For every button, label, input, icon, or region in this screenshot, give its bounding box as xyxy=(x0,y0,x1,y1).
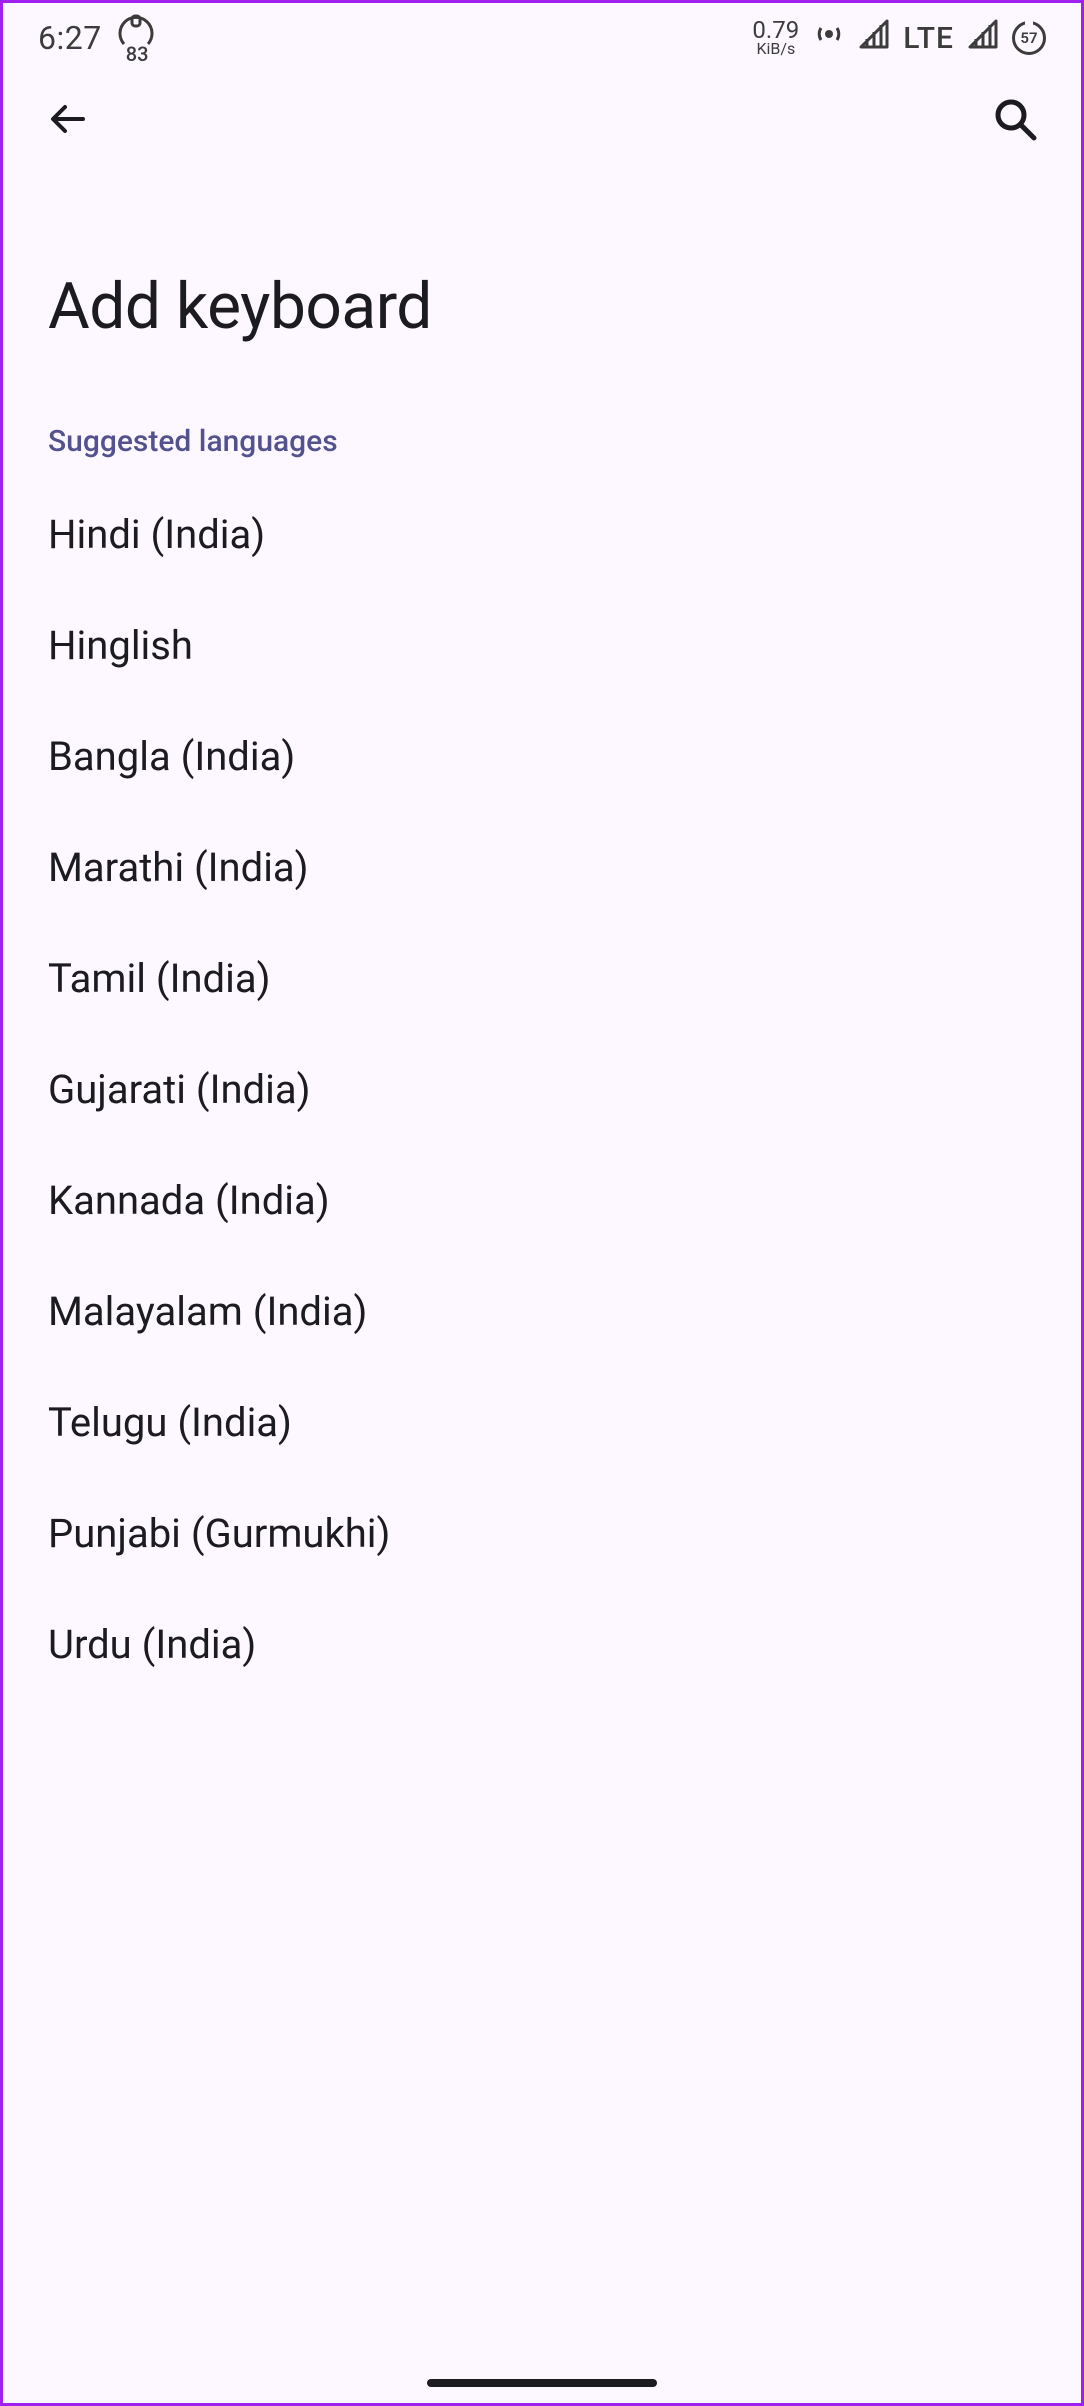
list-item[interactable]: Punjabi (Gurmukhi) xyxy=(3,1478,1081,1589)
list-item[interactable]: Telugu (India) xyxy=(3,1367,1081,1478)
network-type: LTE xyxy=(903,21,954,56)
signal-icon-1 xyxy=(859,19,889,57)
section-header-suggested: Suggested languages xyxy=(3,394,1081,479)
language-label: Marathi (India) xyxy=(48,844,309,891)
language-list: Hindi (India) Hinglish Bangla (India) Ma… xyxy=(3,479,1081,1700)
data-rate: 0.79 KiB/s xyxy=(752,20,799,56)
battery-level: 57 xyxy=(1020,29,1037,47)
language-label: Kannada (India) xyxy=(48,1177,330,1224)
hotspot-icon xyxy=(813,18,845,58)
list-item[interactable]: Tamil (India) xyxy=(3,923,1081,1034)
back-button[interactable] xyxy=(33,85,105,157)
language-label: Gujarati (India) xyxy=(48,1066,311,1113)
signal-icon-2 xyxy=(968,19,998,57)
navigation-handle[interactable] xyxy=(427,2379,657,2387)
search-button[interactable] xyxy=(979,85,1051,157)
arrow-left-icon xyxy=(47,97,91,145)
lock-badge-icon: 83 xyxy=(116,18,160,58)
status-time: 6:27 xyxy=(38,19,102,57)
status-bar: 6:27 83 0.79 KiB/s LTE xyxy=(3,3,1081,73)
language-label: Bangla (India) xyxy=(48,733,295,780)
language-label: Punjabi (Gurmukhi) xyxy=(48,1510,390,1557)
app-bar xyxy=(3,73,1081,169)
status-left: 6:27 83 xyxy=(38,18,160,58)
page-title: Add keyboard xyxy=(3,169,1081,394)
search-icon xyxy=(992,96,1038,146)
status-right: 0.79 KiB/s LTE 57 xyxy=(752,18,1046,58)
list-item[interactable]: Hinglish xyxy=(3,590,1081,701)
language-label: Hinglish xyxy=(48,622,193,669)
list-item[interactable]: Hindi (India) xyxy=(3,479,1081,590)
language-label: Telugu (India) xyxy=(48,1399,292,1446)
data-rate-unit: KiB/s xyxy=(756,42,795,56)
language-label: Hindi (India) xyxy=(48,511,265,558)
lock-badge-number: 83 xyxy=(126,42,149,66)
list-item[interactable]: Kannada (India) xyxy=(3,1145,1081,1256)
language-label: Tamil (India) xyxy=(48,955,271,1002)
battery-icon: 57 xyxy=(1012,21,1046,55)
list-item[interactable]: Bangla (India) xyxy=(3,701,1081,812)
language-label: Urdu (India) xyxy=(48,1621,256,1668)
list-item[interactable]: Marathi (India) xyxy=(3,812,1081,923)
list-item[interactable]: Gujarati (India) xyxy=(3,1034,1081,1145)
language-label: Malayalam (India) xyxy=(48,1288,367,1335)
list-item[interactable]: Malayalam (India) xyxy=(3,1256,1081,1367)
list-item[interactable]: Urdu (India) xyxy=(3,1589,1081,1700)
